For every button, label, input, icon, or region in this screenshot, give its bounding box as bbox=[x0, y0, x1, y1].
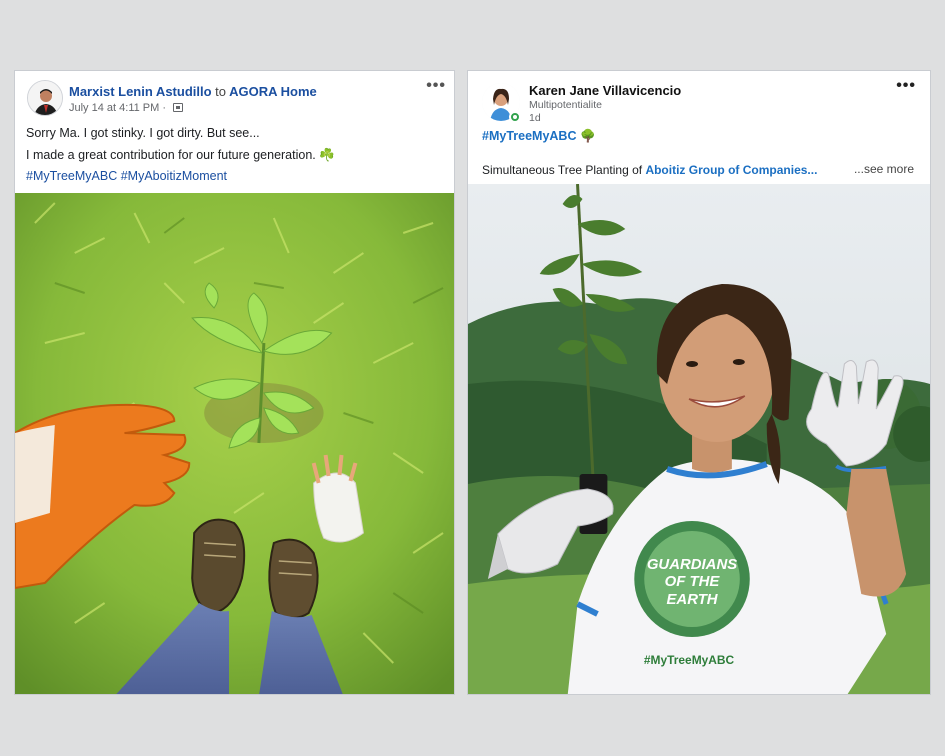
author-name-link[interactable]: Marxist Lenin Astudillo bbox=[69, 84, 212, 99]
author-avatar[interactable] bbox=[27, 80, 63, 116]
post-timestamp[interactable]: July 14 at 4:11 PM · bbox=[69, 102, 169, 114]
shirt-text-line-2: OF THE bbox=[665, 573, 721, 590]
author-name-link[interactable]: Karen Jane Villavicencio bbox=[529, 83, 681, 98]
shirt-hashtag: #MyTreeMyABC bbox=[644, 653, 735, 667]
group-icon bbox=[173, 103, 184, 112]
post-body-prefix: Simultaneous Tree Planting of bbox=[482, 163, 646, 177]
more-options-button[interactable]: ••• bbox=[896, 77, 916, 95]
shirt-text-line-3: EARTH bbox=[666, 591, 718, 608]
to-word: to bbox=[215, 84, 226, 99]
post-photo-seedling-grass[interactable] bbox=[15, 193, 454, 695]
hashtag-mytreemyabc[interactable]: #MyTreeMyABC bbox=[26, 169, 117, 183]
shirt-text-line-1: GUARDIANS bbox=[647, 556, 737, 573]
group-name-link[interactable]: AGORA Home bbox=[229, 84, 317, 99]
post-text-line-2: I made a great contribution for our futu… bbox=[26, 148, 335, 163]
online-status-icon bbox=[509, 111, 521, 123]
post-timestamp[interactable]: 1d bbox=[529, 112, 541, 124]
tree-emoji-icon: 🌳 bbox=[579, 129, 596, 143]
post-text-line-2-text: I made a great contribution for our futu… bbox=[26, 148, 320, 162]
post-text-line-1: Sorry Ma. I got stinky. I got dirty. But… bbox=[26, 126, 260, 140]
post-body-text: Simultaneous Tree Planting of Aboitiz Gr… bbox=[482, 163, 817, 177]
see-more-link[interactable]: ...see more bbox=[854, 162, 914, 176]
hashtag-mytreemyabc[interactable]: #MyTreeMyABC bbox=[482, 129, 576, 143]
post-card-right: Karen Jane Villavicencio Multipotentiali… bbox=[467, 70, 931, 695]
post-hashtag-line: #MyTreeMyABC 🌳 bbox=[482, 129, 596, 144]
post-card-left: Marxist Lenin Astudillo to AGORA Home Ju… bbox=[14, 70, 455, 695]
hashtag-myaboitizmoment[interactable]: #MyAboitizMoment bbox=[121, 169, 227, 183]
post-header-title: Marxist Lenin Astudillo to AGORA Home bbox=[69, 84, 317, 99]
post-photo-tree-planting[interactable]: GUARDIANS OF THE EARTH #MyTreeMyABC bbox=[468, 184, 930, 695]
post-hashtags: #MyTreeMyABC #MyAboitizMoment bbox=[26, 169, 227, 183]
company-link[interactable]: Aboitiz Group of Companies... bbox=[645, 163, 817, 177]
more-options-button[interactable]: ••• bbox=[426, 77, 446, 95]
post-meta: July 14 at 4:11 PM · bbox=[69, 102, 184, 114]
clover-emoji-icon: ☘️ bbox=[319, 148, 335, 162]
author-subtitle: Multipotentialite bbox=[529, 99, 602, 111]
